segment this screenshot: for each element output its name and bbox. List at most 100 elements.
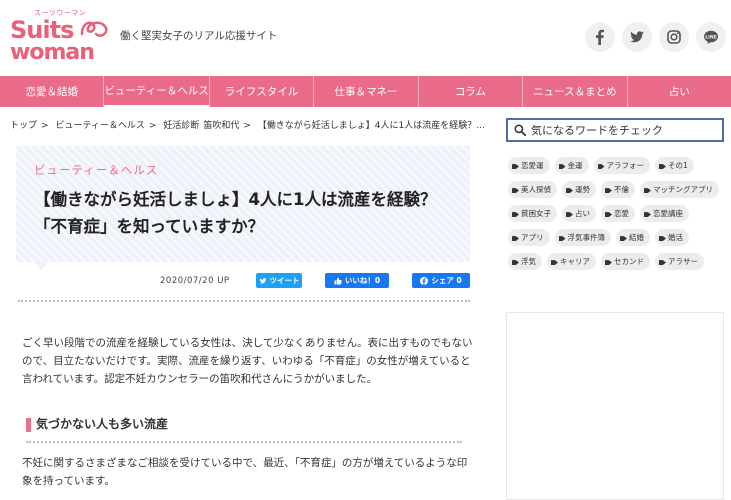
tag-icon xyxy=(605,260,612,265)
tag-icon xyxy=(659,236,666,241)
article-paragraph: 不妊に関するさまざまなご相談を受けている中で、最近、「不育症」の方が増えているよ… xyxy=(22,457,468,487)
title-card-notch xyxy=(34,262,48,270)
tag-label: アラサー xyxy=(668,257,698,266)
logo-text-woman: woman xyxy=(10,40,95,65)
breadcrumb-item-category[interactable]: ビューティー＆ヘルス xyxy=(55,121,144,131)
like-button-label: いいね！0 xyxy=(344,276,381,285)
article-title: 【働きながら妊活しましょ】4人に1人は流産を経験？「不育症」を知っていますか？ xyxy=(34,190,437,236)
tag-label: その1 xyxy=(668,161,688,170)
article-paragraph: ごく早い段階での流産を経験している女性は、決して少なくありません。表に出すもので… xyxy=(22,337,473,385)
tag-icon xyxy=(512,188,519,193)
tag-label: キャリア xyxy=(560,257,590,266)
nav-item-column[interactable]: コラム xyxy=(419,76,524,107)
tag-item[interactable]: 不倫 xyxy=(601,181,635,198)
nav-item-beauty-health[interactable]: ビューティー＆ヘルス xyxy=(104,76,210,107)
instagram-icon xyxy=(667,30,681,44)
nav-item-news[interactable]: ニュース＆まとめ xyxy=(523,76,628,107)
tweet-button-label: ツイート xyxy=(269,276,300,285)
tag-label: 不倫 xyxy=(614,185,629,194)
site-tagline: 働く堅実女子のリアル応援サイト xyxy=(120,30,278,42)
tag-icon xyxy=(558,164,566,169)
tag-item[interactable]: その1 xyxy=(655,157,694,174)
nav-item-fortune[interactable]: 占い xyxy=(628,76,731,107)
search-input[interactable] xyxy=(531,123,721,137)
divider xyxy=(26,441,462,443)
tag-label: 貧困女子 xyxy=(521,209,551,218)
tag-item[interactable]: キャリア xyxy=(547,253,596,270)
tag-label: 結婚 xyxy=(629,233,644,242)
tag-icon xyxy=(512,164,519,169)
tag-icon xyxy=(605,212,612,217)
tag-item[interactable]: 浮気事件簿 xyxy=(554,229,611,246)
tag-label: 占い xyxy=(575,209,590,218)
twitter-link[interactable] xyxy=(622,22,652,52)
nav-item-love-marriage[interactable]: 恋愛＆結婚 xyxy=(0,76,105,107)
breadcrumb-item-current: 【働きながら妊活しましょ】4人に1人は流産を経験？... xyxy=(257,121,485,131)
tag-label: アラフォー xyxy=(606,161,645,170)
tag-item[interactable]: 恋愛運 xyxy=(508,157,550,174)
tag-icon xyxy=(605,188,612,193)
thumbs-up-icon xyxy=(334,277,342,284)
facebook-icon xyxy=(596,29,604,45)
tag-item[interactable]: 婚活 xyxy=(655,229,689,246)
svg-text:LINE: LINE xyxy=(705,34,717,40)
twitter-icon xyxy=(259,277,266,284)
site-header: スーツウーマン Suits woman 働く堅実女子のリアル応援サイト LINE xyxy=(0,0,731,76)
tag-icon xyxy=(644,212,651,217)
instagram-link[interactable] xyxy=(659,22,689,52)
breadcrumb: トップ > ビューティー＆ヘルス > 妊活診断 笛吹和代 > 【働きながら妊活しましょ】… xyxy=(10,118,485,131)
tag-label: 恋愛運 xyxy=(521,161,544,170)
breadcrumb-item-series[interactable]: 妊活診断 xyxy=(163,121,199,131)
tag-item[interactable]: 結婚 xyxy=(616,229,650,246)
breadcrumb-separator: > xyxy=(243,121,251,131)
tag-icon xyxy=(558,236,566,241)
tag-label: 浮気事件簿 xyxy=(567,233,606,242)
tag-item[interactable]: アラサー xyxy=(655,253,704,270)
twitter-icon xyxy=(630,31,644,43)
tag-label: アプリ xyxy=(521,233,544,242)
site-logo[interactable]: スーツウーマン Suits woman xyxy=(10,8,110,66)
tag-item[interactable]: 占い xyxy=(562,205,596,222)
tag-item[interactable]: マッチングアプリ xyxy=(640,181,719,198)
facebook-link[interactable] xyxy=(585,22,615,52)
article-date: 2020/07/20 UP xyxy=(160,276,230,286)
tag-item[interactable]: 浮気 xyxy=(508,253,542,270)
tag-icon xyxy=(512,236,519,241)
section-heading: 気づかない人も多い流産 xyxy=(36,417,169,431)
line-link[interactable]: LINE xyxy=(696,22,726,52)
tag-cloud: 恋愛運 金運 アラフォー その1 美人探偵 運勢 不倫 マッチングアプリ 貧困女… xyxy=(508,157,726,270)
tag-item[interactable]: 美人探偵 xyxy=(508,181,557,198)
tag-label: 婚活 xyxy=(668,233,683,242)
article-category[interactable]: ビューティー＆ヘルス xyxy=(34,162,158,178)
tag-icon xyxy=(512,212,519,217)
tag-item[interactable]: 恋愛講座 xyxy=(640,205,689,222)
tweet-button[interactable]: ツイート xyxy=(256,273,302,288)
tag-icon xyxy=(566,212,573,217)
breadcrumb-item-top[interactable]: トップ xyxy=(10,121,37,131)
nav-item-lifestyle[interactable]: ライフスタイル xyxy=(210,76,315,107)
tag-icon xyxy=(566,188,573,193)
breadcrumb-separator: > xyxy=(148,121,157,131)
tag-label: 恋愛 xyxy=(614,209,629,218)
tag-item[interactable]: 恋愛 xyxy=(601,205,635,222)
tag-item[interactable]: セカンド xyxy=(601,253,650,270)
nav-item-work-money[interactable]: 仕事＆マネー xyxy=(314,76,419,107)
tag-item[interactable]: アプリ xyxy=(508,229,550,246)
breadcrumb-item-author[interactable]: 笛吹和代 xyxy=(203,121,239,131)
tag-item[interactable]: 金運 xyxy=(554,157,589,174)
share-button[interactable]: シェア 0 xyxy=(412,273,470,288)
tag-item[interactable]: 貧困女子 xyxy=(508,205,557,222)
tag-icon xyxy=(659,164,666,169)
tag-item[interactable]: 運勢 xyxy=(562,181,596,198)
facebook-icon xyxy=(420,276,429,285)
breadcrumb-separator: > xyxy=(41,121,49,131)
search-icon[interactable] xyxy=(514,124,526,136)
like-button[interactable]: いいね！0 xyxy=(325,273,389,288)
tag-item[interactable]: アラフォー xyxy=(593,157,650,174)
share-button-label: シェア 0 xyxy=(431,276,462,285)
article-header: ビューティー＆ヘルス 【働きながら妊活しましょ】4人に1人は流産を経験？「不育症… xyxy=(16,146,470,262)
tag-label: セカンド xyxy=(614,257,644,266)
sidebar-ad-slot xyxy=(506,312,724,500)
tag-icon xyxy=(644,188,651,193)
divider xyxy=(18,300,470,302)
